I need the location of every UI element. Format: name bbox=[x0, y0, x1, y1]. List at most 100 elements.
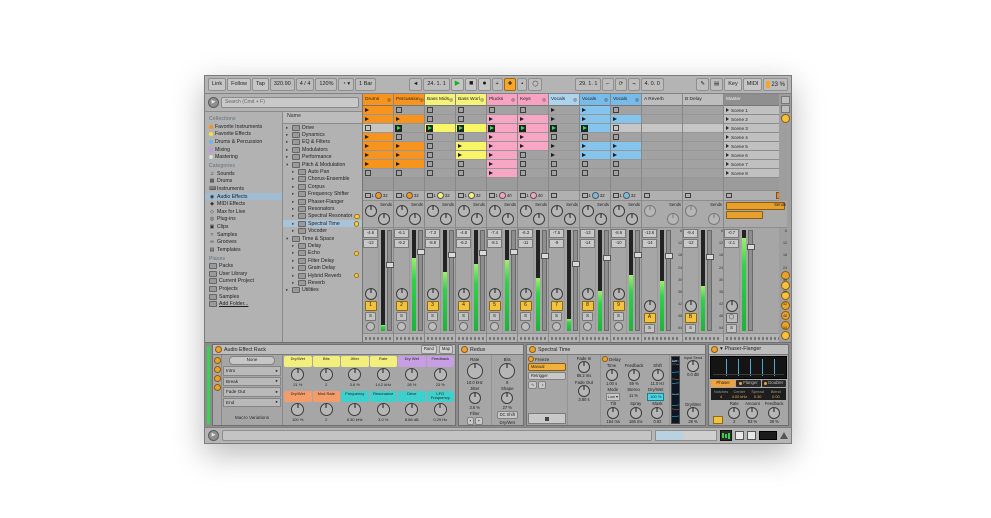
sidebar-item-audio-effects[interactable]: ◉ Audio Effects bbox=[205, 192, 282, 201]
volume-fader-handle[interactable] bbox=[746, 244, 755, 251]
track-activator-button[interactable]: 3 bbox=[426, 301, 439, 311]
send-b-knob[interactable] bbox=[409, 213, 421, 225]
sidebar-item-midi-effects[interactable]: ◆ MIDI Effects bbox=[205, 200, 282, 208]
delay-time-knob[interactable] bbox=[605, 368, 618, 381]
scene-play-icon[interactable] bbox=[726, 117, 729, 121]
disclosure-arrow-icon[interactable]: ▾ bbox=[286, 162, 290, 168]
solo-button[interactable]: S bbox=[582, 312, 593, 321]
mode-tab-doubler[interactable]: Doubler bbox=[761, 380, 786, 387]
file-item[interactable]: ▸ Spectral Time bbox=[283, 220, 362, 228]
clip-slot[interactable] bbox=[642, 106, 682, 115]
scene-play-icon[interactable] bbox=[726, 162, 729, 166]
pan-knob[interactable] bbox=[581, 288, 594, 300]
disclosure-arrow-icon[interactable]: ▸ bbox=[292, 221, 296, 227]
arm-record-button[interactable] bbox=[490, 322, 499, 331]
track-header[interactable]: Vocals ◎ bbox=[611, 94, 641, 106]
clip-slot[interactable] bbox=[394, 124, 424, 133]
info-view-toggle[interactable]: ▶ bbox=[208, 430, 219, 441]
solo-button[interactable]: S bbox=[489, 312, 500, 321]
spectral-on-toggle[interactable] bbox=[529, 346, 536, 353]
volume-fader-track[interactable] bbox=[418, 230, 423, 331]
clip-slot[interactable] bbox=[425, 151, 455, 160]
track-header[interactable]: Bass Mids ◎ bbox=[425, 94, 455, 106]
scene-play-icon[interactable] bbox=[726, 153, 729, 157]
volume-fader-handle[interactable] bbox=[478, 249, 487, 256]
macro-knob[interactable] bbox=[319, 368, 333, 381]
clip-slot[interactable] bbox=[363, 124, 393, 133]
loop-button[interactable]: ⟳ bbox=[614, 78, 628, 91]
track-unfold-icon[interactable]: ◎ bbox=[542, 97, 546, 103]
clip-slot[interactable] bbox=[487, 115, 517, 124]
redux-bits-knob[interactable] bbox=[499, 363, 516, 379]
phaser-notch-display[interactable] bbox=[710, 355, 787, 379]
clip-slot[interactable] bbox=[580, 151, 610, 160]
mode-tab-flanger[interactable]: Flanger bbox=[736, 380, 761, 387]
clip-slot[interactable] bbox=[611, 142, 641, 151]
track-activator-button[interactable]: 7 bbox=[550, 301, 563, 311]
clip-slot[interactable] bbox=[611, 115, 641, 124]
track-header[interactable]: Drums ◎ bbox=[363, 94, 393, 106]
spectral-drywet-knob[interactable] bbox=[687, 407, 699, 419]
scene-row[interactable]: Scene 55 bbox=[724, 142, 787, 151]
rack-macros-toggle[interactable] bbox=[213, 357, 221, 364]
arm-record-button[interactable] bbox=[366, 322, 375, 331]
crossfade-mini-slider[interactable] bbox=[726, 336, 785, 340]
clip-slot[interactable] bbox=[425, 133, 455, 142]
clip-slot[interactable] bbox=[394, 169, 424, 178]
disclosure-arrow-icon[interactable]: ▸ bbox=[286, 147, 290, 153]
track-unfold-icon[interactable]: ◎ bbox=[573, 97, 577, 103]
volume-fader-handle[interactable] bbox=[416, 248, 425, 255]
solo-button[interactable]: S bbox=[427, 312, 438, 321]
groove-amount-field[interactable]: 120% bbox=[315, 78, 338, 91]
scene-row[interactable]: Scene 11 bbox=[724, 106, 787, 115]
file-item[interactable]: ▸ Resonators bbox=[283, 205, 362, 212]
macro-knob[interactable] bbox=[433, 402, 447, 416]
clip-slot[interactable] bbox=[683, 133, 723, 142]
crossfade-mini-slider[interactable] bbox=[396, 336, 422, 340]
time-signature-field[interactable]: 4 / 4 bbox=[295, 78, 315, 91]
clip-slot[interactable] bbox=[549, 124, 579, 133]
return-track-header[interactable]: B Delay bbox=[683, 94, 723, 106]
file-item[interactable]: ▸ Utilities bbox=[283, 287, 362, 294]
play-button[interactable]: ▶ bbox=[450, 78, 465, 91]
clip-slot[interactable] bbox=[683, 169, 723, 178]
clip-slot[interactable] bbox=[363, 160, 393, 169]
delay-spray-knob[interactable] bbox=[629, 406, 642, 419]
disclosure-arrow-icon[interactable]: ▸ bbox=[292, 280, 296, 286]
clip-slot[interactable] bbox=[363, 142, 393, 151]
clip-slot[interactable] bbox=[642, 169, 682, 178]
stop-all-clips-button[interactable] bbox=[780, 114, 790, 123]
file-item[interactable]: ▸ Filter Delay bbox=[283, 257, 362, 264]
macro-knob[interactable] bbox=[433, 368, 447, 381]
file-item[interactable]: ▸ Drive bbox=[283, 124, 362, 131]
send-b-knob[interactable] bbox=[440, 213, 452, 225]
param-value[interactable]: 0.30 bbox=[749, 394, 767, 399]
collection-item[interactable]: Drums & Percussion bbox=[205, 138, 282, 146]
clip-slot[interactable] bbox=[456, 106, 486, 115]
clip-slot[interactable] bbox=[518, 106, 548, 115]
track-activator-button[interactable]: A bbox=[643, 313, 656, 323]
scene-row[interactable]: Scene 66 bbox=[724, 151, 787, 160]
peak-value-box[interactable]: -2.1 bbox=[724, 239, 739, 248]
redux-shape-knob[interactable] bbox=[501, 392, 514, 404]
crossfade-mini-slider[interactable] bbox=[613, 336, 639, 340]
file-item[interactable]: ▸ Frequency Shifter bbox=[283, 191, 362, 198]
scene-play-icon[interactable] bbox=[726, 144, 729, 148]
pan-knob[interactable] bbox=[426, 288, 439, 300]
file-item[interactable]: ▸ Dynamics bbox=[283, 131, 362, 139]
macro-knob[interactable] bbox=[348, 368, 362, 381]
clip-slot[interactable] bbox=[425, 124, 455, 133]
volume-fader-handle[interactable] bbox=[447, 251, 456, 258]
clip-slot[interactable] bbox=[487, 106, 517, 115]
rack-chain-row[interactable]: Intro ▸ bbox=[223, 366, 281, 376]
clip-slot[interactable] bbox=[425, 115, 455, 124]
clip-slot[interactable] bbox=[363, 115, 393, 124]
fade-in-knob[interactable] bbox=[578, 361, 590, 373]
clip-slot[interactable] bbox=[683, 151, 723, 160]
volume-value-box[interactable]: -12.6 bbox=[642, 229, 657, 238]
place-item[interactable]: Current Project bbox=[205, 278, 282, 286]
crossfade-mini-slider[interactable] bbox=[520, 336, 546, 340]
return-track-header[interactable]: A Reverb bbox=[642, 94, 682, 106]
peak-value-box[interactable]: -11 bbox=[518, 239, 533, 248]
crossfade-mini-slider[interactable] bbox=[458, 336, 484, 340]
